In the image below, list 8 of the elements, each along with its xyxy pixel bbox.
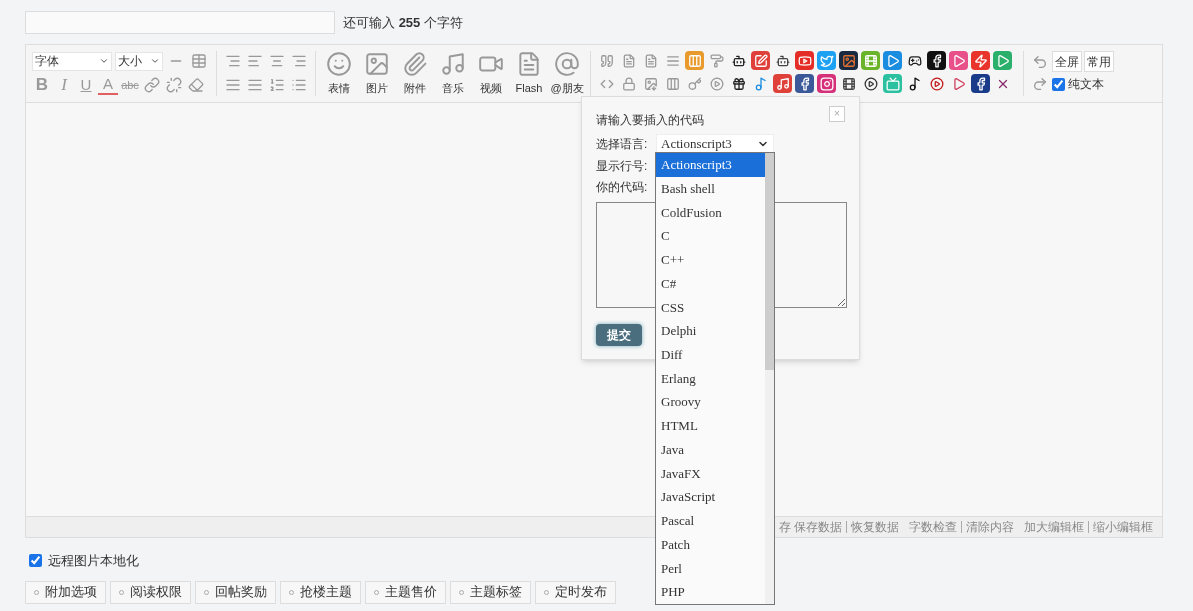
code-label: 你的代码: <box>596 179 648 196</box>
plain-text-label: 纯文本 <box>1068 76 1104 93</box>
language-label: 选择语言: <box>596 135 649 153</box>
dialog-title: 请输入要插入的代码 <box>596 112 704 129</box>
character-counter: 还可输入 255 个字符 <box>343 13 463 32</box>
line-numbers-label: 显示行号: <box>596 158 648 175</box>
status-text: 存 <box>779 519 791 536</box>
remote-images-label: 远程图片本地化 <box>48 552 139 570</box>
